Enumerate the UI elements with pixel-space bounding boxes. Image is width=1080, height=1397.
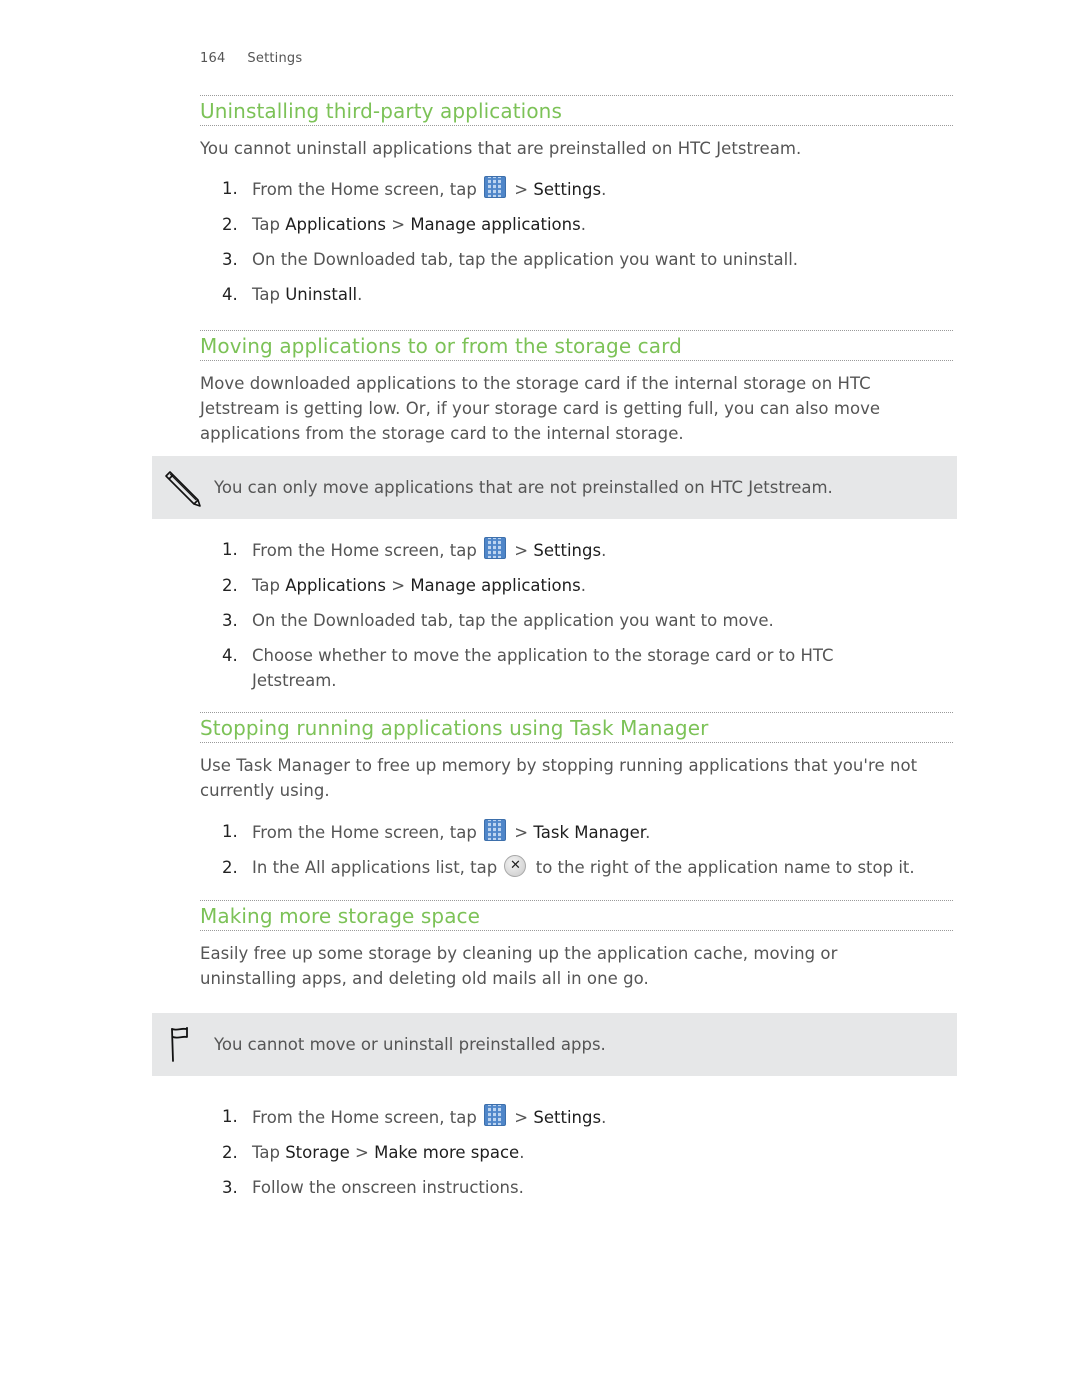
section-title: Moving applications to or from the stora… [200,330,953,361]
section-storage-space: Making more storage space Easily free up… [200,900,953,991]
section-intro: Use Task Manager to free up memory by st… [200,756,918,800]
step-term: Manage applications [410,576,581,595]
step-end: . [357,285,363,304]
step-item: 4. Tap Uninstall. [200,282,953,307]
step-term: Make more space [374,1143,520,1162]
section-task-manager: Stopping running applications using Task… [200,712,953,890]
step-item: 1. From the Home screen, tap > Settings. [200,537,953,563]
step-text: Tap [252,1143,286,1162]
step-text: Tap [252,285,286,304]
step-end: . [601,180,607,199]
section-intro: Easily free up some storage by cleaning … [200,944,838,988]
steps-list: 1. From the Home screen, tap > Task Mana… [200,819,953,880]
step-term: Task Manager [533,823,646,842]
step-text: Choose whether to move the application t… [252,646,834,690]
step-number: 1. [222,822,238,841]
step-term: Manage applications [410,215,581,234]
step-number: 2. [222,1143,238,1162]
step-end: . [601,541,607,560]
step-term: Uninstall [285,285,358,304]
step-item: 2. Tap Applications > Manage application… [200,573,953,598]
step-number: 1. [222,1107,238,1126]
steps-list: 1. From the Home screen, tap > Settings.… [200,1104,953,1200]
step-number: 1. [222,540,238,559]
chapter-name: Settings [247,51,303,66]
section-title: Stopping running applications using Task… [200,712,953,743]
close-circle-icon [504,855,527,877]
section-intro: You cannot uninstall applications that a… [200,139,802,158]
step-item: 3. On the Downloaded tab, tap the applic… [200,608,953,633]
step-text: From the Home screen, tap [252,180,477,199]
step-text: Follow the onscreen instructions. [252,1178,524,1197]
step-end: . [580,576,586,595]
page-number: 164 [200,51,226,66]
step-item: 1. From the Home screen, tap > Settings. [200,1104,953,1130]
step-item: 2. Tap Applications > Manage application… [200,212,953,237]
note-box: You can only move applications that are … [152,456,957,519]
step-term: Applications [285,215,386,234]
step-separator: > [349,1143,375,1162]
step-term: Applications [285,576,386,595]
section-moving: Moving applications to or from the stora… [200,330,953,446]
step-number: 3. [222,250,238,269]
section-uninstalling: Uninstalling third-party applications Yo… [200,95,953,317]
section-moving-steps: 1. From the Home screen, tap > Settings.… [200,537,953,703]
page-header: 164 Settings [200,51,302,66]
step-number: 2. [222,215,238,234]
section-intro: Move downloaded applications to the stor… [200,374,881,443]
step-item: 4. Choose whether to move the applicatio… [200,643,852,693]
step-text: Tap [252,576,286,595]
step-number: 3. [222,1178,238,1197]
step-item: 2. Tap Storage > Make more space. [200,1140,953,1165]
step-text: to the right of the application name to … [530,858,915,877]
step-end: . [645,823,651,842]
step-item: 1. From the Home screen, tap > Task Mana… [200,819,953,845]
note-text: You can only move applications that are … [214,478,833,497]
step-term: Storage [285,1143,350,1162]
note-box: You cannot move or uninstall preinstalle… [152,1013,957,1076]
pencil-icon [162,468,202,512]
step-item: 2. In the All applications list, tap to … [200,855,953,880]
step-number: 1. [222,179,238,198]
section-title: Uninstalling third-party applications [200,95,953,126]
step-term: Settings [533,1108,602,1127]
apps-grid-icon [484,819,507,841]
step-separator: > [509,180,534,199]
step-term: Settings [533,180,602,199]
step-end: . [580,215,586,234]
step-separator: > [385,576,411,595]
apps-grid-icon [484,176,507,198]
apps-grid-icon [484,1104,507,1126]
section-storage-steps: 1. From the Home screen, tap > Settings.… [200,1104,953,1210]
step-text: From the Home screen, tap [252,541,477,560]
step-item: 1. From the Home screen, tap > Settings. [200,176,953,202]
step-text: On the Downloaded tab, tap the applicati… [252,250,799,269]
step-separator: > [509,1108,534,1127]
step-text: From the Home screen, tap [252,1108,477,1127]
step-term: Settings [533,541,602,560]
step-separator: > [385,215,411,234]
flag-icon [168,1025,194,1067]
step-text: Tap [252,215,286,234]
step-number: 4. [222,646,238,665]
steps-list: 1. From the Home screen, tap > Settings.… [200,176,953,307]
step-number: 4. [222,285,238,304]
note-text: You cannot move or uninstall preinstalle… [214,1035,606,1054]
step-separator: > [509,541,534,560]
section-title: Making more storage space [200,900,953,931]
step-number: 3. [222,611,238,630]
step-item: 3. On the Downloaded tab, tap the applic… [200,247,953,272]
steps-list: 1. From the Home screen, tap > Settings.… [200,537,953,693]
step-separator: > [509,823,534,842]
step-text: On the Downloaded tab, tap the applicati… [252,611,774,630]
step-number: 2. [222,858,238,877]
step-number: 2. [222,576,238,595]
apps-grid-icon [484,537,507,559]
step-text: From the Home screen, tap [252,823,477,842]
step-end: . [519,1143,525,1162]
step-end: . [601,1108,607,1127]
step-item: 3. Follow the onscreen instructions. [200,1175,953,1200]
step-text: In the All applications list, tap [252,858,498,877]
